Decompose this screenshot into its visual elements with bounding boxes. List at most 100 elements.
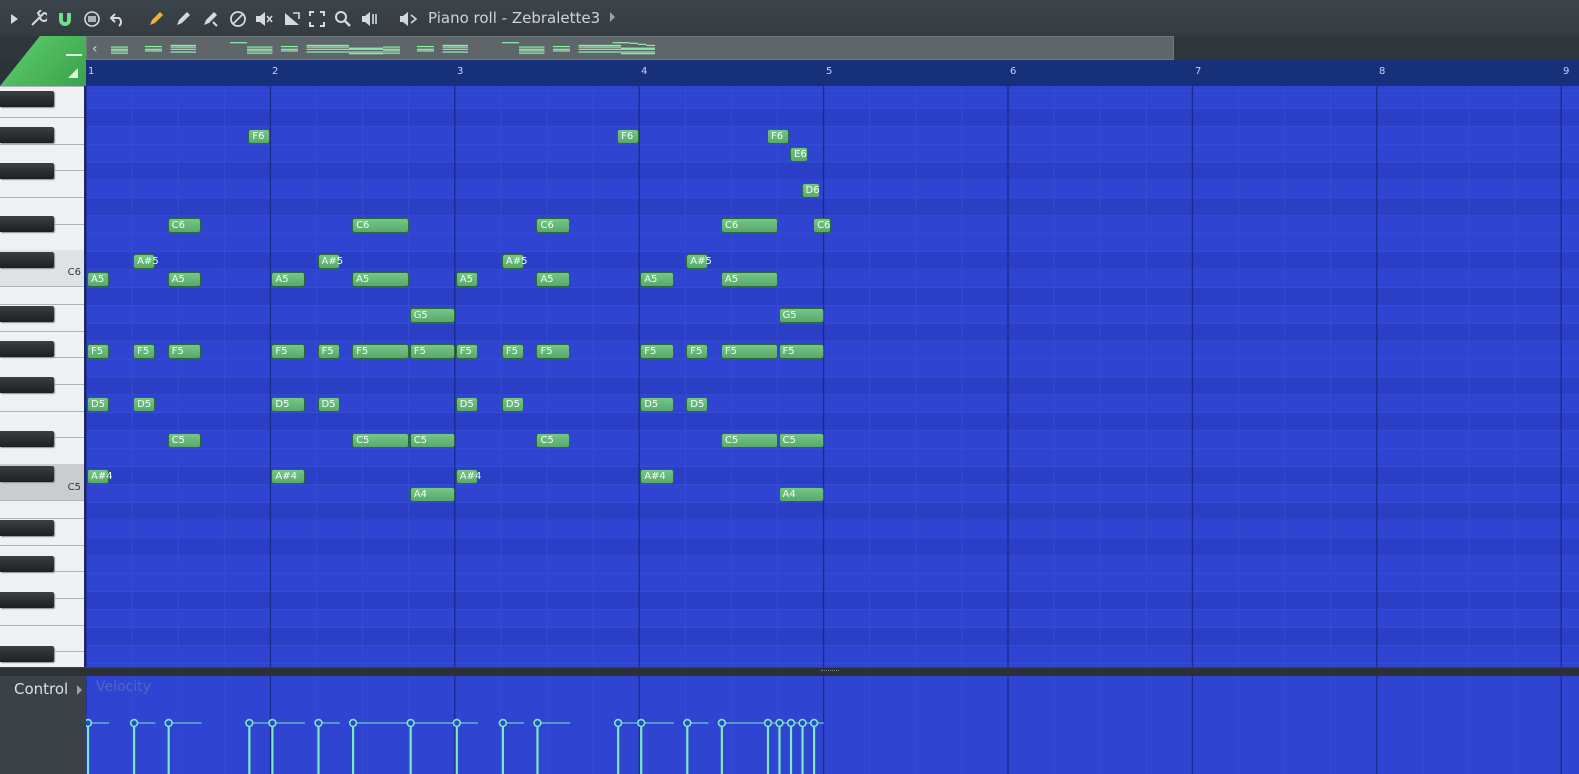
- note[interactable]: A5: [640, 272, 674, 287]
- velocity-handle[interactable]: [763, 718, 773, 728]
- velocity-handle[interactable]: [533, 718, 542, 728]
- note[interactable]: C6: [536, 218, 571, 234]
- velocity-handle[interactable]: [809, 718, 819, 728]
- note[interactable]: C5: [409, 433, 455, 449]
- magnet-icon[interactable]: [55, 9, 75, 29]
- black-key[interactable]: [0, 216, 54, 232]
- velocity-handle[interactable]: [129, 718, 139, 728]
- note[interactable]: A5: [720, 272, 778, 287]
- control-menu-arrow-icon[interactable]: [77, 685, 82, 695]
- velocity-handle[interactable]: [164, 718, 173, 728]
- velocity-handle[interactable]: [348, 718, 358, 728]
- velocity-handle[interactable]: [406, 718, 415, 728]
- note[interactable]: A4: [778, 486, 824, 502]
- stamp-icon[interactable]: [82, 9, 102, 29]
- note[interactable]: A#4: [87, 468, 113, 484]
- note[interactable]: D5: [455, 397, 478, 413]
- note[interactable]: A4: [409, 486, 455, 502]
- pencil-icon[interactable]: [146, 9, 166, 29]
- black-key[interactable]: [0, 431, 54, 447]
- note[interactable]: C5: [778, 433, 824, 449]
- note[interactable]: A#4: [271, 468, 305, 484]
- splitter-grip-icon[interactable]: [821, 670, 839, 673]
- note[interactable]: D5: [87, 397, 110, 413]
- undo-icon[interactable]: [108, 9, 128, 29]
- black-key[interactable]: [0, 646, 54, 662]
- note[interactable]: C6: [813, 218, 832, 234]
- note[interactable]: D5: [317, 397, 340, 413]
- piano-keyboard[interactable]: C6 C5: [0, 86, 86, 667]
- note[interactable]: C5: [167, 433, 202, 449]
- slice-icon[interactable]: [200, 9, 220, 29]
- scroll-left-icon[interactable]: ‹: [92, 41, 98, 57]
- note[interactable]: F5: [536, 343, 571, 359]
- black-key[interactable]: [0, 520, 54, 536]
- note[interactable]: G5: [778, 307, 824, 323]
- note[interactable]: F5: [640, 343, 674, 359]
- note-grid[interactable]: A5 F5 D5 A#4 A#5 F5 D5 C6 A5 F5 C5 F6 A5 F5 D5 A#4 A#5 F5…: [86, 86, 1579, 667]
- speaker-icon[interactable]: [398, 9, 418, 29]
- note[interactable]: F5: [317, 343, 340, 359]
- note[interactable]: F5: [686, 343, 709, 359]
- black-key[interactable]: [0, 466, 54, 482]
- black-key[interactable]: [0, 306, 54, 322]
- wrench-icon[interactable]: [28, 9, 48, 29]
- velocity-handle[interactable]: [245, 718, 254, 728]
- note[interactable]: D6: [801, 182, 820, 198]
- note[interactable]: G5: [409, 307, 455, 323]
- slip-icon[interactable]: [282, 9, 302, 29]
- note[interactable]: A#5: [317, 254, 343, 270]
- black-key[interactable]: [0, 556, 54, 572]
- note[interactable]: A#5: [133, 254, 159, 270]
- menu-arrow-icon[interactable]: [4, 9, 24, 29]
- note[interactable]: D5: [133, 397, 156, 413]
- black-key[interactable]: [0, 252, 54, 268]
- velocity-handle[interactable]: [717, 718, 727, 728]
- velocity-handle[interactable]: [798, 718, 807, 728]
- black-key[interactable]: [0, 91, 54, 107]
- note[interactable]: D5: [271, 397, 305, 413]
- note[interactable]: F5: [501, 343, 524, 359]
- velocity-handle[interactable]: [775, 718, 784, 728]
- note[interactable]: F5: [87, 343, 110, 359]
- velocity-handle[interactable]: [498, 718, 508, 728]
- note[interactable]: A5: [455, 272, 478, 287]
- velocity-lane[interactable]: [86, 676, 1579, 774]
- note[interactable]: A5: [536, 272, 571, 287]
- note[interactable]: F6: [766, 128, 790, 144]
- note[interactable]: C6: [352, 218, 409, 234]
- note[interactable]: C6: [720, 218, 778, 234]
- note[interactable]: F6: [248, 128, 271, 144]
- control-selector[interactable]: Control: [14, 680, 68, 698]
- velocity-handle[interactable]: [613, 718, 623, 728]
- note[interactable]: A5: [167, 272, 202, 287]
- zoom-icon[interactable]: [333, 9, 353, 29]
- note[interactable]: A#4: [455, 468, 481, 484]
- velocity-handle[interactable]: [268, 718, 277, 728]
- delete-icon[interactable]: [228, 9, 248, 29]
- velocity-handle[interactable]: [683, 718, 692, 728]
- note[interactable]: F5: [352, 343, 409, 359]
- window-title[interactable]: Piano roll - Zebralette3: [428, 9, 600, 27]
- note[interactable]: A5: [271, 272, 305, 287]
- note[interactable]: F6: [617, 128, 640, 144]
- black-key[interactable]: [0, 377, 54, 393]
- note[interactable]: D5: [686, 397, 709, 413]
- velocity-handle[interactable]: [452, 718, 461, 728]
- note[interactable]: C5: [720, 433, 778, 449]
- pattern-overview[interactable]: [86, 36, 1174, 60]
- note[interactable]: C5: [536, 433, 571, 449]
- select-icon[interactable]: [307, 9, 327, 29]
- title-menu-arrow-icon[interactable]: [610, 12, 615, 22]
- note[interactable]: A#4: [640, 468, 674, 484]
- note[interactable]: F5: [720, 343, 778, 359]
- playback-icon[interactable]: [360, 9, 380, 29]
- note[interactable]: C6: [167, 218, 202, 234]
- black-key[interactable]: [0, 163, 54, 179]
- note[interactable]: A#5: [686, 254, 712, 270]
- black-key[interactable]: [0, 592, 54, 608]
- note[interactable]: A#5: [501, 254, 527, 270]
- black-key[interactable]: [0, 127, 54, 143]
- note[interactable]: C5: [352, 433, 409, 449]
- paint-icon[interactable]: [173, 9, 193, 29]
